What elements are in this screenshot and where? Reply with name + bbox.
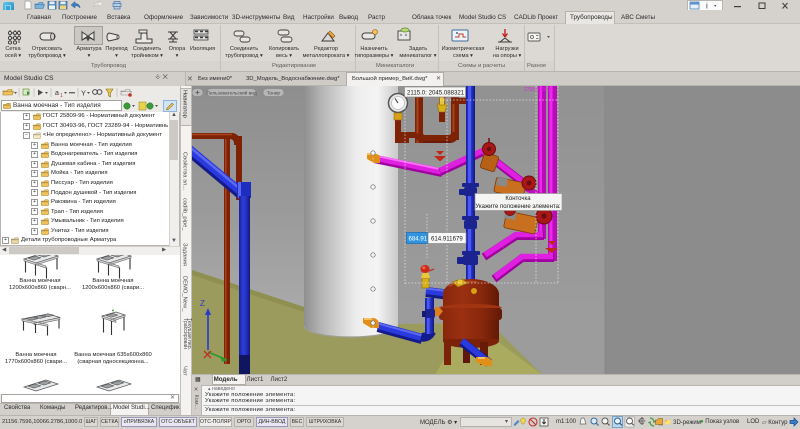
svg-text:Ванна моечная: Ванна моечная xyxy=(15,352,56,358)
svg-text:Ванна моечная 635x600x860: Ванна моечная 635x600x860 xyxy=(74,352,152,358)
svg-text:2755.088828: 2755.088828 xyxy=(524,87,553,93)
svg-text:i: i xyxy=(706,2,708,11)
svg-text:1770x600x860 (свари...: 1770x600x860 (свари... xyxy=(5,359,67,365)
svg-text:2115.0: 2045.088321: 2115.0: 2045.088321 xyxy=(407,90,465,97)
svg-text:Пользовательский вид: Пользовательский вид xyxy=(206,89,257,96)
svg-text:Укажите положение элемента:: Укажите положение элемента: xyxy=(475,204,561,210)
svg-text:Тонир: Тонир xyxy=(267,90,281,96)
svg-text:Ванна моечная: Ванна моечная xyxy=(19,278,60,284)
svg-text:Y: Y xyxy=(81,89,86,98)
svg-text:a: a xyxy=(55,90,59,97)
svg-text:1200x600x860 (сварн...: 1200x600x860 (сварн... xyxy=(9,285,71,291)
svg-text:1: 1 xyxy=(60,93,63,99)
svg-text:614.911679: 614.911679 xyxy=(431,236,463,243)
svg-text:1200x600x860 (свари...: 1200x600x860 (свари... xyxy=(82,285,144,291)
svg-text:684.91: 684.91 xyxy=(409,236,428,243)
svg-text:Ванна моечная: Ванна моечная xyxy=(92,278,133,284)
svg-text:Z: Z xyxy=(200,299,205,308)
svg-text:(сварная односекционна...: (сварная односекционна... xyxy=(77,359,149,365)
svg-text:Конточка: Конточка xyxy=(505,196,531,202)
